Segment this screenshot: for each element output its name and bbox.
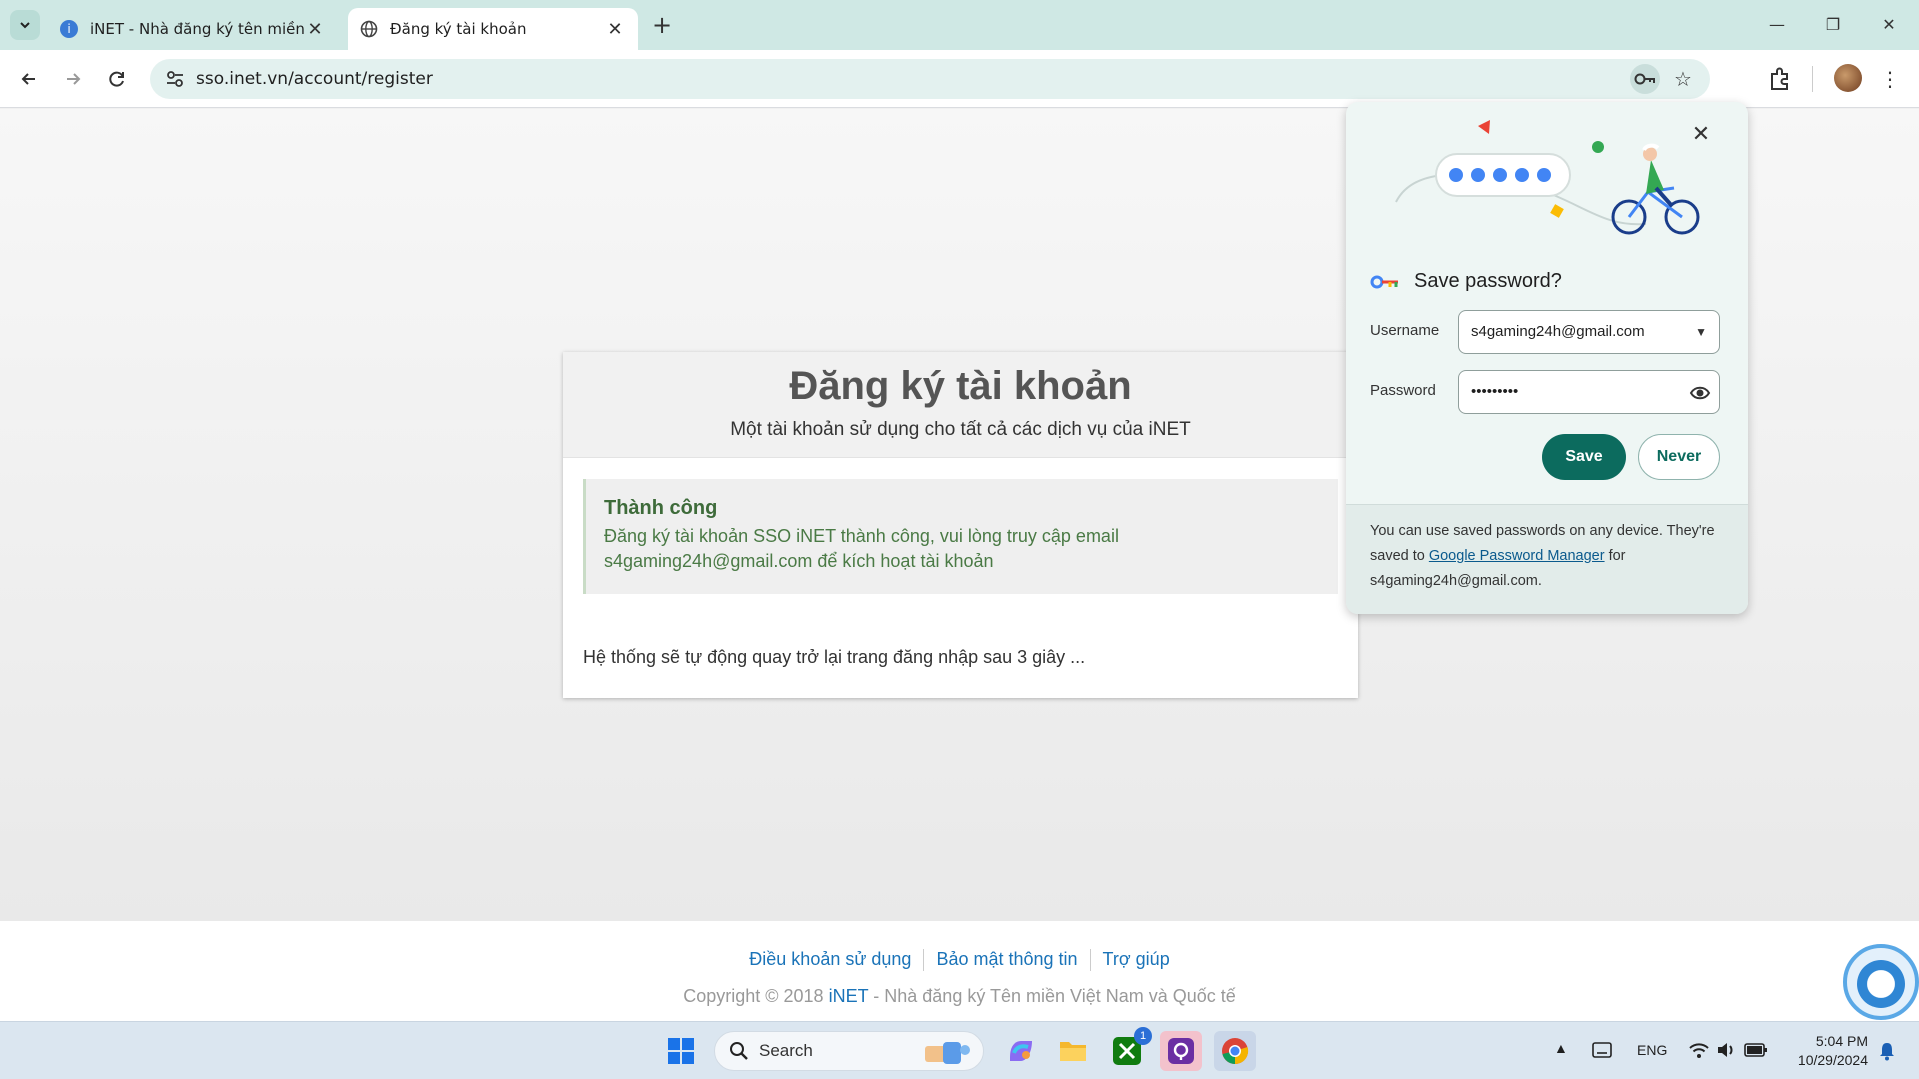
username-value: s4gaming24h@gmail.com xyxy=(1471,323,1645,340)
dropdown-arrow-icon: ▼ xyxy=(1695,325,1707,339)
notification-badge: 1 xyxy=(1134,1027,1152,1045)
taskbar-search[interactable]: Search xyxy=(714,1031,984,1071)
copyright-prefix: Copyright © 2018 xyxy=(683,986,829,1006)
reload-icon xyxy=(109,71,124,87)
alert-message-line: s4gaming24h@gmail.com để kích hoạt tài k… xyxy=(604,551,994,571)
close-tab-icon[interactable]: ✕ xyxy=(604,19,626,40)
windows-taskbar: Search 1 ▲ ENG 5:04 PM 10/29/2024 xyxy=(0,1021,1919,1079)
dialog-heading: Save password? xyxy=(1370,270,1562,293)
close-tab-icon[interactable]: ✕ xyxy=(304,19,326,40)
file-explorer-button[interactable] xyxy=(1052,1031,1094,1071)
tab-strip: i iNET - Nhà đăng ký tên miền hợ ✕ Đăng … xyxy=(0,0,1919,50)
folder-icon xyxy=(1060,1042,1086,1061)
save-button[interactable]: Save xyxy=(1542,434,1626,480)
never-button[interactable]: Never xyxy=(1638,434,1720,480)
browser-toolbar: sso.inet.vn/account/register ☆ ⋮ xyxy=(0,50,1919,108)
footer-link-privacy[interactable]: Bảo mật thông tin xyxy=(924,949,1089,969)
arrow-left-icon xyxy=(21,73,35,85)
site-footer: Điều khoản sử dụng Bảo mật thông tin Trợ g… xyxy=(0,921,1919,1030)
windows-logo-icon xyxy=(668,1038,694,1064)
app-button[interactable] xyxy=(1160,1031,1202,1071)
tab-inet-home[interactable]: i iNET - Nhà đăng ký tên miền hợ ✕ xyxy=(48,8,338,50)
close-dialog-icon[interactable]: ✕ xyxy=(1686,120,1716,150)
register-card: Đăng ký tài khoản Một tài khoản sử dụng … xyxy=(563,352,1358,698)
username-select[interactable]: s4gaming24h@gmail.com ▼ xyxy=(1458,310,1720,354)
info-icon: i xyxy=(60,20,78,38)
password-key-button[interactable] xyxy=(1630,64,1660,94)
volume-icon[interactable] xyxy=(1716,1040,1738,1060)
password-label: Password xyxy=(1370,382,1436,399)
chevron-down-icon xyxy=(20,22,30,29)
alert-message-line: Đăng ký tài khoản SSO iNET thành công, v… xyxy=(604,526,1119,546)
page-subtitle: Một tài khoản sử dụng cho tất cả các dịc… xyxy=(730,419,1191,440)
language-indicator[interactable]: ENG xyxy=(1637,1042,1667,1058)
search-highlight-icon xyxy=(925,1042,970,1064)
save-password-dialog: ✕ Save password? Username s4gaming24h@gm… xyxy=(1346,102,1748,614)
tab-search-button[interactable] xyxy=(10,10,40,40)
chrome-menu-icon[interactable]: ⋮ xyxy=(1880,64,1900,94)
copilot-icon xyxy=(1010,1041,1032,1061)
footer-links: Điều khoản sử dụng Bảo mật thông tin Trợ g… xyxy=(0,949,1919,972)
close-window-button[interactable]: ✕ xyxy=(1866,10,1912,40)
start-button[interactable] xyxy=(660,1031,702,1071)
dialog-footer: You can use saved passwords on any devic… xyxy=(1346,504,1748,614)
card-header: Đăng ký tài khoản Một tài khoản sử dụng … xyxy=(563,352,1358,458)
chat-widget-button[interactable] xyxy=(1843,944,1919,1020)
reload-button[interactable] xyxy=(102,64,132,94)
clock-time: 5:04 PM xyxy=(1815,1033,1868,1049)
eye-icon[interactable] xyxy=(1689,382,1711,404)
minimize-button[interactable]: — xyxy=(1754,10,1800,40)
password-value: ••••••••• xyxy=(1471,383,1519,400)
site-info-icon[interactable] xyxy=(164,68,186,90)
bookmark-star-icon[interactable]: ☆ xyxy=(1668,64,1698,94)
restore-button[interactable]: ❐ xyxy=(1810,10,1856,40)
back-button[interactable] xyxy=(14,64,44,94)
search-icon xyxy=(730,1042,748,1060)
wifi-icon[interactable] xyxy=(1688,1040,1710,1060)
copilot-button[interactable] xyxy=(1000,1031,1042,1071)
search-label: Search xyxy=(759,1041,813,1060)
tab-title: iNET - Nhà đăng ký tên miền hợ xyxy=(90,20,304,38)
profile-avatar[interactable] xyxy=(1834,64,1862,92)
password-field[interactable]: ••••••••• xyxy=(1458,370,1720,414)
tab-title: Đăng ký tài khoản xyxy=(390,20,527,38)
notification-bell-icon[interactable] xyxy=(1878,1041,1896,1061)
extensions-puzzle-icon[interactable] xyxy=(1766,64,1796,94)
copyright-brand-link[interactable]: iNET xyxy=(829,986,869,1006)
app-icon xyxy=(1168,1038,1194,1064)
battery-icon[interactable] xyxy=(1744,1042,1768,1058)
arrow-right-icon xyxy=(67,73,81,85)
success-alert: Thành công Đăng ký tài khoản SSO iNET th… xyxy=(583,479,1338,594)
footer-link-help[interactable]: Trợ giúp xyxy=(1091,949,1182,969)
footer-link-terms[interactable]: Điều khoản sử dụng xyxy=(737,949,923,969)
alert-message: Đăng ký tài khoản SSO iNET thành công, v… xyxy=(604,524,1320,574)
copyright-suffix: - Nhà đăng ký Tên miền Việt Nam và Quốc … xyxy=(868,986,1236,1006)
chat-bubble-icon xyxy=(1857,960,1905,1008)
page-title: Đăng ký tài khoản xyxy=(789,364,1132,408)
chrome-taskbar-button[interactable] xyxy=(1214,1031,1256,1071)
toolbar-divider xyxy=(1812,66,1813,92)
forward-button[interactable] xyxy=(58,64,88,94)
alert-title: Thành công xyxy=(604,497,718,519)
google-key-icon xyxy=(1370,275,1398,288)
username-label: Username xyxy=(1370,322,1440,339)
address-bar[interactable]: sso.inet.vn/account/register ☆ xyxy=(150,59,1710,99)
globe-icon xyxy=(360,20,378,38)
keyboard-icon[interactable] xyxy=(1592,1042,1612,1058)
new-tab-button[interactable]: + xyxy=(648,12,676,40)
dialog-title: Save password? xyxy=(1414,270,1562,292)
system-clock[interactable]: 5:04 PM 10/29/2024 xyxy=(1780,1032,1868,1070)
tray-chevron-up-icon[interactable]: ▲ xyxy=(1554,1040,1568,1056)
url-text[interactable]: sso.inet.vn/account/register xyxy=(196,59,433,99)
chrome-icon xyxy=(1222,1038,1249,1065)
password-manager-link[interactable]: Google Password Manager xyxy=(1429,548,1605,564)
key-icon xyxy=(1634,73,1655,85)
copyright: Copyright © 2018 iNET - Nhà đăng ký Tên … xyxy=(0,986,1919,1007)
tab-register[interactable]: Đăng ký tài khoản ✕ xyxy=(348,8,638,50)
clock-date: 10/29/2024 xyxy=(1797,1052,1868,1068)
xbox-button[interactable]: 1 xyxy=(1106,1027,1152,1071)
redirect-notice: Hệ thống sẽ tự động quay trở lại trang đ… xyxy=(583,647,1086,667)
